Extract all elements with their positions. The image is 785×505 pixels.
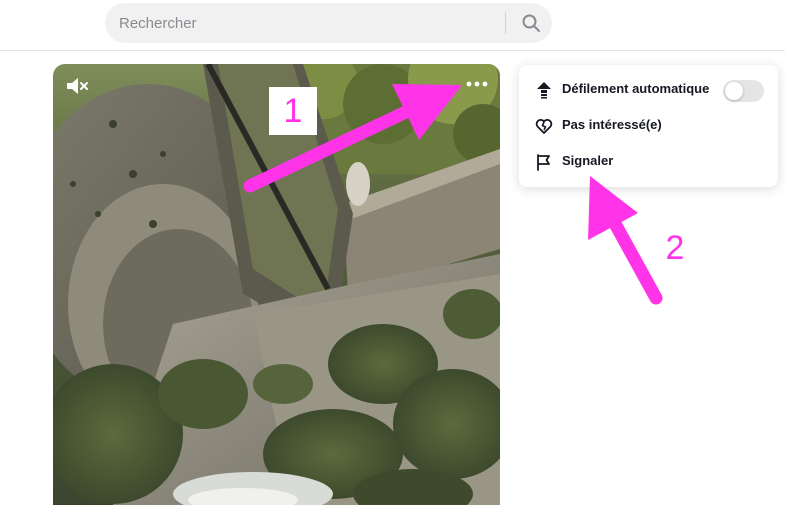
menu-item-label: Signaler (562, 153, 614, 168)
auto-scroll-icon (534, 80, 554, 100)
flag-icon (534, 152, 554, 172)
auto-scroll-toggle[interactable] (723, 80, 764, 102)
menu-item-label: Pas intéressé(e) (562, 117, 662, 132)
ellipsis-icon (466, 81, 488, 87)
page: 1 2 Défilement automatique (0, 0, 785, 505)
broken-heart-icon (534, 116, 554, 136)
header-divider (0, 50, 785, 51)
search-bar (105, 3, 552, 43)
menu-item-report[interactable]: Signaler (519, 144, 778, 180)
more-options-button[interactable] (462, 74, 492, 94)
annotation-arrow-2 (588, 176, 663, 305)
mute-button[interactable] (65, 76, 91, 96)
annotation-step-1: 1 (269, 87, 317, 135)
search-icon (522, 14, 540, 32)
search-input[interactable] (119, 3, 499, 43)
menu-item-not-interested[interactable]: Pas intéressé(e) (519, 108, 778, 144)
more-options-menu: Défilement automatique Pas intéressé(e) (519, 65, 778, 187)
search-divider (505, 12, 506, 34)
search-button[interactable] (511, 3, 551, 43)
speaker-muted-icon (67, 78, 88, 94)
menu-item-auto-scroll[interactable]: Défilement automatique (519, 72, 778, 108)
annotation-step-2: 2 (665, 228, 685, 267)
menu-item-label: Défilement automatique (562, 81, 710, 96)
toggle-knob (725, 82, 743, 100)
